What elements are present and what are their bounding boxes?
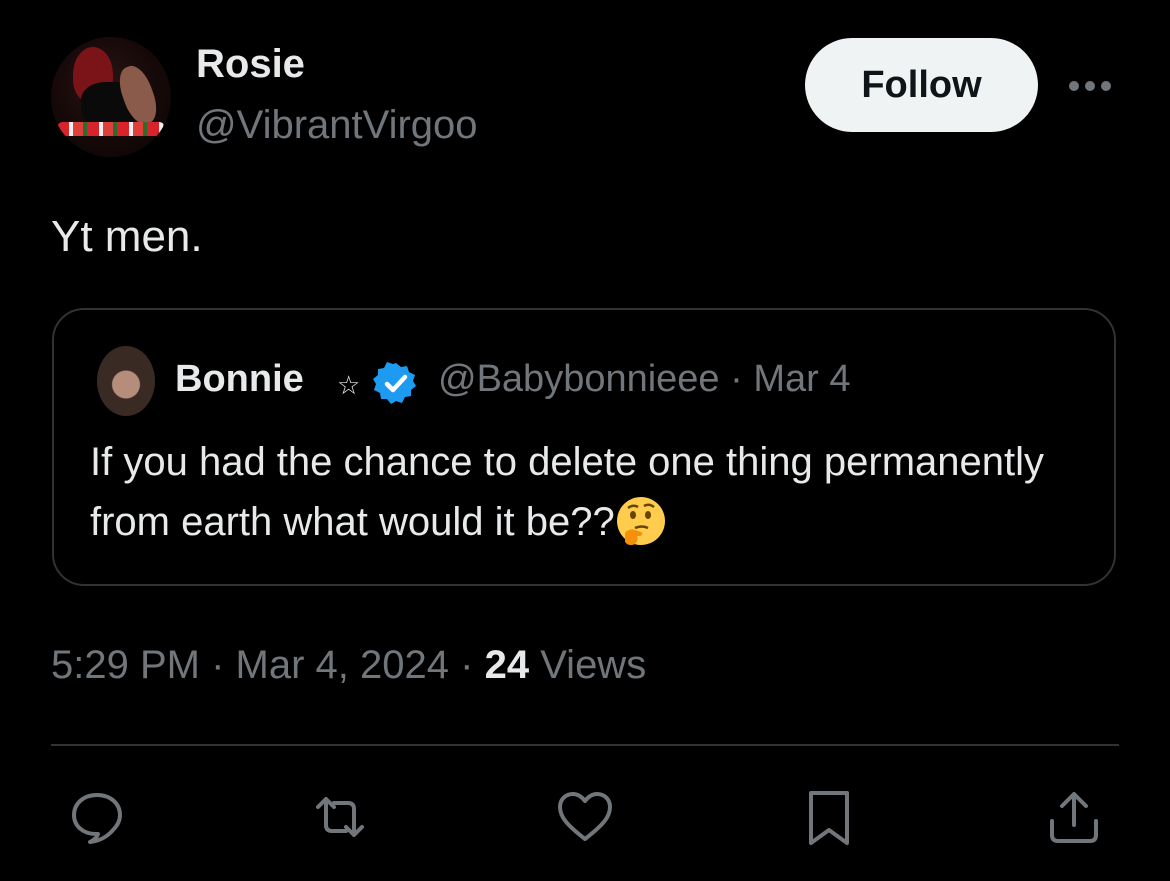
quoted-handle-date[interactable]: @Babybonnieee · Mar 4 [438, 358, 851, 401]
tweet-date[interactable]: Mar 4, 2024 [236, 643, 449, 687]
quoted-separator: · [730, 358, 743, 400]
follow-button[interactable]: Follow [805, 38, 1038, 132]
views-count[interactable]: 24 [485, 643, 530, 687]
quoted-author-name[interactable]: Bonnie [175, 358, 304, 401]
quoted-date[interactable]: Mar 4 [753, 358, 850, 400]
reply-icon[interactable] [65, 785, 129, 849]
share-icon[interactable] [1042, 785, 1106, 849]
divider [51, 744, 1119, 746]
author-avatar[interactable] [51, 37, 171, 157]
quoted-tweet-text: If you had the chance to delete one thin… [90, 432, 1050, 552]
quoted-text-body: If you had the chance to delete one thin… [90, 440, 1045, 544]
meta-separator: · [211, 643, 225, 687]
more-options-icon[interactable] [1066, 62, 1114, 110]
bookmark-icon[interactable] [797, 785, 861, 849]
thinking-face-icon [615, 495, 667, 547]
quoted-name-symbol: ☆ [337, 370, 361, 400]
tweet-meta: 5:29 PM · Mar 4, 2024 · 24 Views [51, 643, 646, 688]
retweet-icon[interactable] [308, 785, 372, 849]
verified-badge-icon [372, 360, 420, 408]
author-name[interactable]: Rosie [196, 42, 305, 87]
quoted-handle[interactable]: @Babybonnieee [438, 358, 720, 400]
tweet-time[interactable]: 5:29 PM [51, 643, 200, 687]
tweet-text: Yt men. [51, 212, 203, 261]
meta-separator: · [460, 643, 474, 687]
views-label[interactable]: Views [540, 643, 646, 687]
quoted-author-avatar[interactable] [97, 346, 155, 416]
like-icon[interactable] [553, 785, 617, 849]
author-handle[interactable]: @VibrantVirgoo [196, 103, 478, 148]
